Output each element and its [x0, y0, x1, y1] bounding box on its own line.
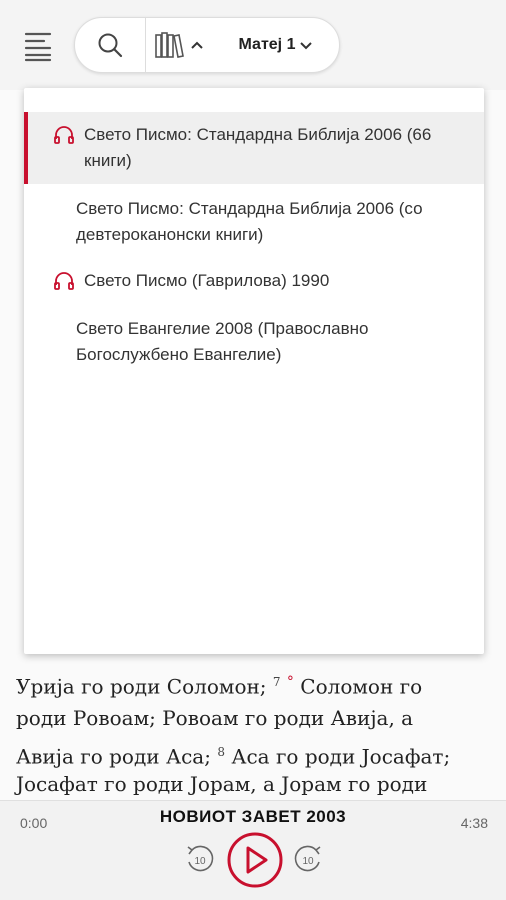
- chapter-selector-button[interactable]: Матеј 1: [213, 18, 339, 72]
- forward-button[interactable]: 10: [288, 839, 328, 879]
- reading-text: Соломон го: [300, 674, 423, 699]
- verse-number: 7: [272, 675, 281, 689]
- version-label: Свето Писмо (Гаврилова) 1990: [84, 271, 330, 290]
- headphones-icon: [52, 122, 76, 148]
- books-icon: [155, 32, 184, 58]
- svg-text:10: 10: [302, 856, 314, 867]
- reading-text: Јосафат го роди Јорам, а Јорам го роди: [16, 772, 428, 796]
- menu-icon: [24, 32, 52, 62]
- version-label: Свето Евангелие 2008 (Православно Богосл…: [76, 319, 369, 364]
- reading-line: Урија го роди Соломон; 7 ° Соломон го: [16, 666, 422, 703]
- chevron-down-icon: [300, 42, 313, 50]
- svg-text:10: 10: [194, 856, 206, 867]
- note-marker-icon[interactable]: °: [287, 674, 294, 690]
- reading-line: роди Ровоам; Ровоам го роди Авија, а: [16, 702, 413, 734]
- chapter-label: Матеј 1: [238, 36, 296, 53]
- version-item[interactable]: Свето Писмо: Стандардна Библија 2006 (со…: [24, 192, 484, 252]
- version-item[interactable]: Свето Евангелие 2008 (Православно Богосл…: [24, 314, 484, 374]
- version-selector-button[interactable]: [146, 18, 212, 72]
- verse-number: 8: [217, 745, 225, 759]
- version-label: Свето Писмо: Стандардна Библија 2006 (66…: [84, 125, 432, 170]
- reading-line: Јосафат го роди Јорам, а Јорам го роди: [16, 768, 427, 800]
- duration-time: 4:38: [460, 815, 488, 831]
- reading-text: Урија го роди Соломон;: [16, 674, 267, 699]
- navigation-pill: Матеј 1: [74, 17, 340, 73]
- search-icon: [98, 33, 123, 58]
- version-dropdown: Свето Писмо: Стандардна Библија 2006 (66…: [24, 88, 484, 654]
- rewind-10-icon: 10: [187, 845, 214, 872]
- rewind-button[interactable]: 10: [180, 839, 220, 879]
- version-label: Свето Писмо: Стандардна Библија 2006 (со…: [76, 199, 423, 244]
- reading-text: Авија го роди Аса;: [16, 744, 211, 769]
- search-button[interactable]: [75, 18, 145, 72]
- version-item[interactable]: Свето Писмо: Стандардна Библија 2006 (66…: [24, 112, 484, 184]
- reading-text: роди Ровоам; Ровоам го роди Авија, а: [16, 706, 414, 730]
- headphones-icon: [52, 268, 76, 294]
- forward-10-icon: 10: [294, 845, 321, 872]
- audio-player: 0:00 НОВИОТ ЗАВЕТ 2003 4:38 10 10: [0, 800, 506, 900]
- play-button[interactable]: [226, 831, 284, 889]
- play-icon: [227, 832, 283, 888]
- menu-button[interactable]: [20, 26, 56, 66]
- top-bar: Матеј 1: [0, 0, 506, 90]
- version-item[interactable]: Свето Писмо (Гаврилова) 1990: [24, 268, 484, 298]
- chevron-up-icon: [191, 41, 203, 49]
- player-title: НОВИОТ ЗАВЕТ 2003: [159, 807, 347, 826]
- reading-text: Аса го роди Јосафат;: [231, 744, 451, 769]
